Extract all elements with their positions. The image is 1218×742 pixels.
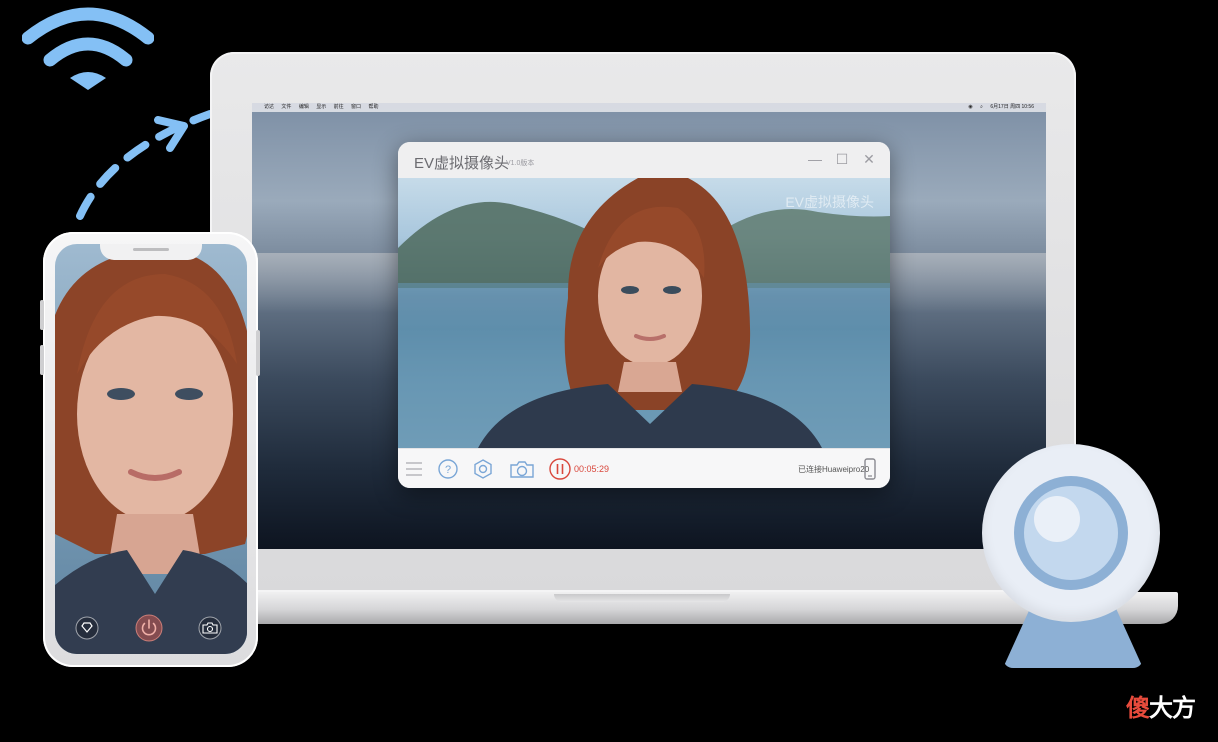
minimize-icon[interactable]: — bbox=[807, 151, 823, 167]
menu-item[interactable]: 窗口 bbox=[351, 104, 361, 110]
phone-icon[interactable] bbox=[858, 457, 882, 481]
camera-icon[interactable] bbox=[508, 457, 536, 481]
transfer-arrow-icon bbox=[76, 110, 214, 220]
app-title: EV虚拟摄像头 bbox=[414, 155, 510, 172]
wifi-status-icon[interactable]: ◉ bbox=[968, 104, 972, 110]
phone-speaker bbox=[133, 248, 169, 251]
menu-item[interactable]: 文件 bbox=[281, 104, 291, 110]
clock-text[interactable]: 6月17日 周四 10:56 bbox=[990, 104, 1034, 110]
search-icon[interactable]: ⌕ bbox=[980, 104, 983, 110]
menu-item[interactable]: 访达 bbox=[264, 104, 274, 110]
phone-portrait-image bbox=[55, 249, 247, 654]
menu-item[interactable]: 前往 bbox=[334, 104, 344, 110]
phone-camera-preview bbox=[55, 244, 247, 654]
switch-camera-icon[interactable] bbox=[198, 616, 222, 640]
wifi-icon bbox=[22, 7, 154, 90]
svg-text:?: ? bbox=[445, 464, 451, 476]
menu-item[interactable]: 显示 bbox=[316, 104, 326, 110]
menubar-left: 访达 文件 编辑 显示 前往 窗口 帮助 bbox=[258, 103, 384, 112]
phone-notch bbox=[100, 244, 202, 260]
title-bar: EV虚拟摄像头 V1.0版本 — ☐ ✕ bbox=[398, 142, 890, 178]
control-bar: ? 00:05:29 已连接Huaweipro20 bbox=[398, 448, 890, 488]
settings-hex-icon[interactable] bbox=[471, 457, 495, 481]
beauty-diamond-icon[interactable] bbox=[75, 616, 99, 640]
laptop-notch bbox=[554, 594, 730, 602]
close-icon[interactable]: ✕ bbox=[861, 151, 877, 167]
brand-logo: 傻大方 bbox=[1126, 688, 1196, 723]
mac-menubar: 访达 文件 编辑 显示 前往 窗口 帮助 ◉ ⌕ 6月17日 周四 10:56 bbox=[252, 103, 1046, 112]
volume-button bbox=[40, 345, 44, 375]
pause-record-icon[interactable] bbox=[548, 457, 572, 481]
power-side-button bbox=[256, 330, 260, 376]
brand-logo-text: 大方 bbox=[1149, 694, 1196, 722]
record-timer: 00:05:29 bbox=[574, 464, 610, 474]
ev-camera-window: EV虚拟摄像头 V1.0版本 — ☐ ✕ EV虚拟摄像头 ? 00:05:29 … bbox=[398, 142, 890, 488]
webcam-lens-glint bbox=[1034, 496, 1080, 542]
brand-logo-char: 傻 bbox=[1126, 694, 1150, 722]
maximize-icon[interactable]: ☐ bbox=[834, 151, 850, 167]
volume-button bbox=[40, 300, 44, 330]
menubar-right: ◉ ⌕ 6月17日 周四 10:56 bbox=[968, 103, 1040, 112]
video-watermark: EV虚拟摄像头 bbox=[785, 194, 874, 210]
help-icon[interactable]: ? bbox=[436, 457, 460, 481]
app-version: V1.0版本 bbox=[506, 160, 535, 167]
video-preview: EV虚拟摄像头 bbox=[398, 178, 890, 448]
menu-item[interactable]: 编辑 bbox=[299, 104, 309, 110]
menu-icon[interactable] bbox=[402, 457, 426, 481]
portrait-image bbox=[398, 178, 890, 448]
power-icon[interactable] bbox=[135, 614, 163, 642]
menu-item[interactable]: 帮助 bbox=[368, 104, 378, 110]
